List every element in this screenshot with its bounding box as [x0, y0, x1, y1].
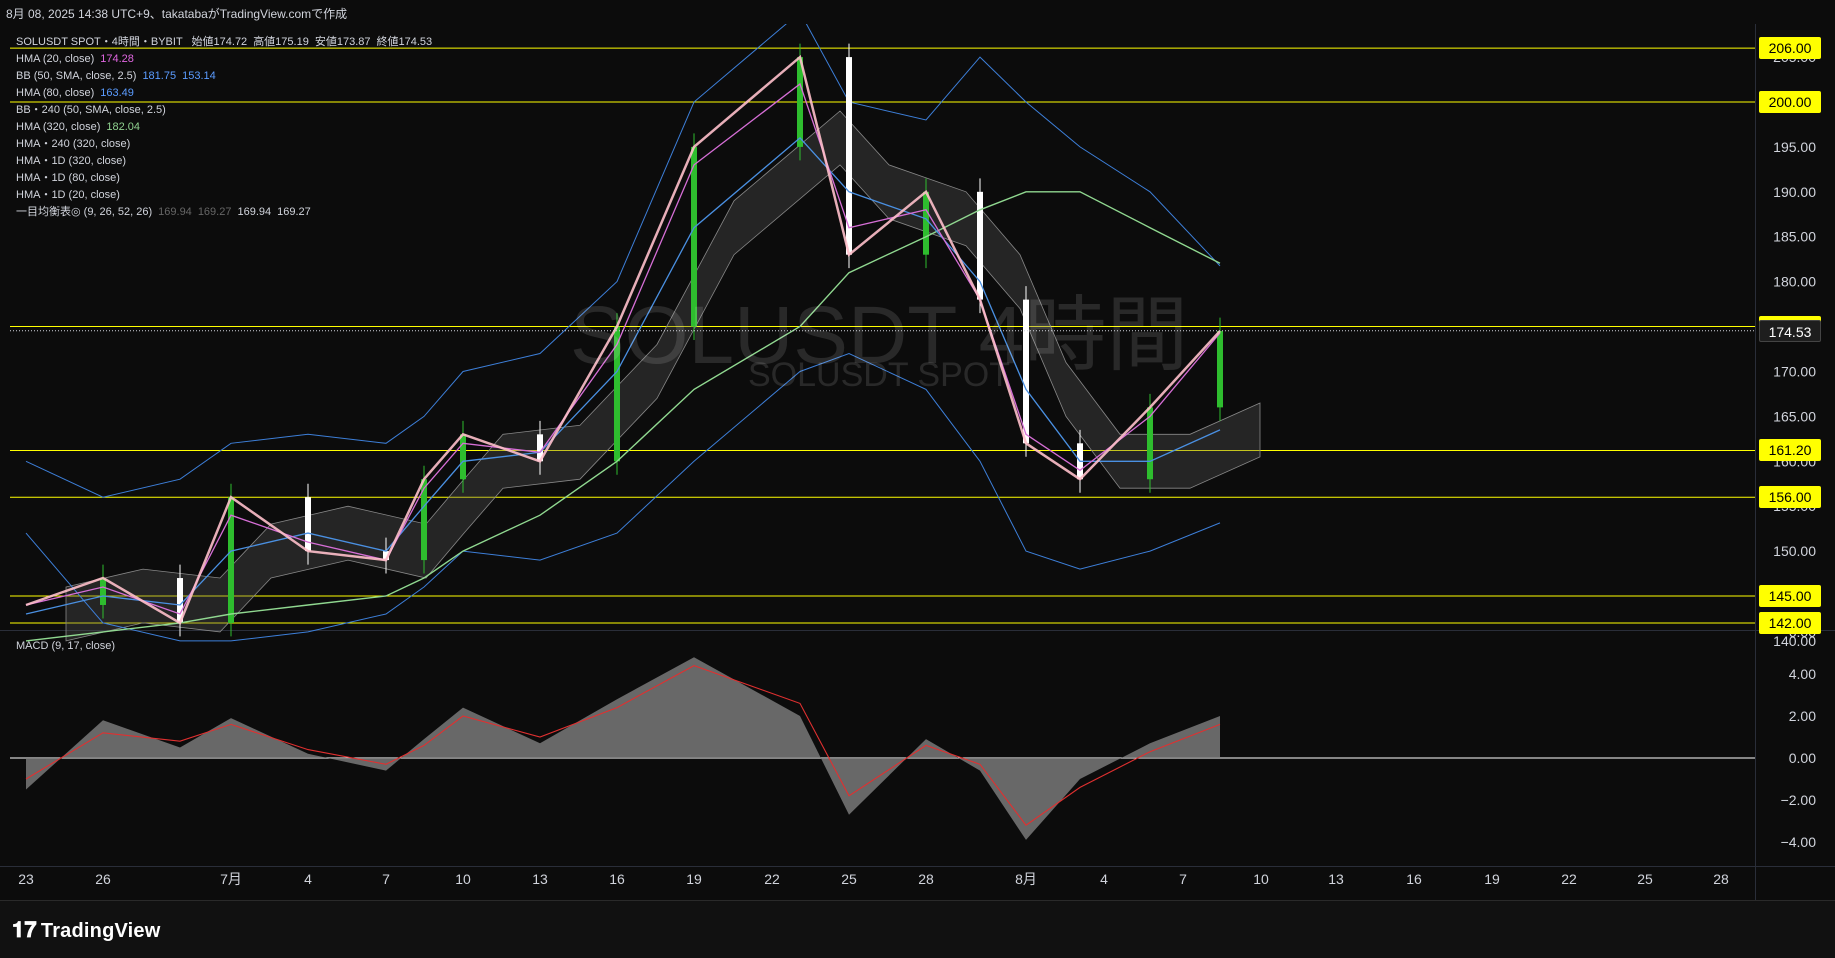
legend-ohlc-1: 高値175.19: [253, 36, 309, 48]
tradingview-logo-icon: 𝟏𝟕: [12, 917, 37, 942]
time-axis-tick: 4: [1100, 871, 1108, 887]
legend-row-4[interactable]: HMA (320, close) 182.04: [16, 119, 432, 136]
candle-body: [460, 434, 466, 480]
legend-row-8[interactable]: HMA・1D (20, close): [16, 187, 432, 204]
macd-axis-tick: −2.00: [1781, 792, 1817, 808]
time-axis-tick: 4: [304, 871, 312, 887]
price-axis-tick: 195.00: [1773, 139, 1816, 155]
price-axis-tick: 165.00: [1773, 408, 1816, 424]
macd-histogram: [26, 657, 1220, 840]
time-axis-tick: 13: [1328, 871, 1344, 887]
price-axis-tick: 185.00: [1773, 229, 1816, 245]
legend-row-1[interactable]: BB (50, SMA, close, 2.5) 181.75 153.14: [16, 68, 432, 85]
time-axis-tick: 26: [95, 871, 111, 887]
price-axis-tick: 190.00: [1773, 184, 1816, 200]
time-axis-tick: 10: [1253, 871, 1269, 887]
time-axis-tick: 16: [609, 871, 625, 887]
time-axis-tick: 28: [918, 871, 934, 887]
legend-row-label: HMA (320, close): [16, 121, 101, 133]
legend-ohlc-2: 安値173.87: [314, 36, 371, 48]
footer-bar: [0, 900, 1835, 958]
level-tag[interactable]: 161.20: [1759, 439, 1821, 462]
last-price-tag[interactable]: 174.53: [1759, 319, 1821, 342]
watermark-subtitle: SOLUSDT SPOT: [748, 356, 1010, 394]
macd-axis-tick: 4.00: [1789, 666, 1816, 682]
legend-row-value: 169.94: [237, 206, 272, 218]
legend-row-3[interactable]: BB・240 (50, SMA, close, 2.5): [16, 102, 432, 119]
macd-axis-tick: −4.00: [1781, 834, 1817, 850]
legend-ohlc-0: 始値174.72: [191, 36, 248, 48]
time-axis-tick: 28: [1713, 871, 1729, 887]
candle-body: [923, 191, 929, 255]
legend-symbol-row[interactable]: SOLUSDT SPOT・4時間・BYBIT 始値174.72 高値175.19 安…: [16, 34, 432, 51]
candle-body: [1217, 331, 1223, 408]
legend-row-value: 163.49: [100, 87, 134, 99]
legend-row-label: BB (50, SMA, close, 2.5): [16, 70, 137, 82]
time-axis-tick: 8月: [1015, 871, 1037, 887]
macd-legend-label[interactable]: MACD (9, 17, close): [16, 640, 115, 652]
time-axis-tick: 25: [841, 871, 857, 887]
legend-row-label: HMA (80, close): [16, 87, 95, 99]
level-tag[interactable]: 145.00: [1759, 585, 1821, 607]
time-axis-tick: 25: [1637, 871, 1653, 887]
time-axis-tick: 7月: [220, 871, 242, 887]
legend-row-label: HMA・1D (80, close): [16, 172, 120, 184]
tradingview-logo-text: TradingView: [40, 920, 161, 942]
legend-symbol: SOLUSDT SPOT・4時間・BYBIT: [16, 36, 183, 48]
legend-row-value: 181.75: [142, 70, 177, 82]
time-axis-tick: 19: [1484, 871, 1500, 887]
legend-row-2[interactable]: HMA (80, close) 163.49: [16, 85, 432, 102]
macd-axis-tick: 2.00: [1789, 708, 1816, 724]
level-tag[interactable]: 200.00: [1759, 91, 1821, 113]
legend-row-value: 169.27: [277, 206, 311, 218]
legend-row-label: HMA・240 (320, close): [16, 138, 131, 150]
candle-body: [846, 57, 852, 255]
legend-row-5[interactable]: HMA・240 (320, close): [16, 136, 432, 153]
legend-row-7[interactable]: HMA・1D (80, close): [16, 170, 432, 187]
level-tag[interactable]: 142.00: [1759, 611, 1821, 634]
time-axis-tick: 23: [18, 871, 34, 887]
legend-row-value: 182.04: [106, 121, 141, 133]
legend-row-label: HMA・1D (20, close): [16, 189, 120, 201]
candle-body: [100, 578, 106, 605]
time-axis-tick: 22: [1561, 871, 1577, 887]
legend-row-label: 一目均衡表◎ (9, 26, 52, 26): [16, 206, 153, 218]
legend-ohlc-3: 終値174.53: [376, 36, 433, 48]
time-axis-tick: 10: [455, 871, 471, 887]
price-axis-tick: 180.00: [1773, 274, 1816, 290]
legend-row-value: 169.94: [158, 206, 192, 218]
time-axis-tick: 7: [1179, 871, 1187, 887]
time-axis-tick: 16: [1406, 871, 1422, 887]
legend-row-0[interactable]: HMA (20, close) 174.28: [16, 51, 432, 68]
level-tag[interactable]: 156.00: [1759, 486, 1821, 509]
legend-ohlc: 始値174.72 高値175.19 安値173.87 終値174.53: [186, 36, 433, 48]
legend-row-9[interactable]: 一目均衡表◎ (9, 26, 52, 26) 169.94 169.27 169.94…: [16, 204, 432, 221]
time-axis-tick: 7: [382, 871, 390, 887]
macd-axis-tick: 0.00: [1789, 750, 1816, 766]
legend-row-label: BB・240 (50, SMA, close, 2.5): [16, 104, 166, 116]
legend-row-label: HMA・1D (320, close): [16, 155, 127, 167]
level-tag[interactable]: 206.00: [1759, 37, 1821, 60]
legend-row-6[interactable]: HMA・1D (320, close): [16, 153, 432, 170]
price-axis-tick: 170.00: [1773, 363, 1816, 379]
legend-row-value: 169.27: [197, 206, 232, 218]
tradingview-logo[interactable]: 𝟏𝟕 TradingView: [12, 917, 161, 943]
indicator-legend: SOLUSDT SPOT・4時間・BYBIT 始値174.72 高値175.19 安…: [16, 34, 432, 221]
legend-row-value: 174.28: [100, 53, 134, 65]
legend-row-value: 153.14: [182, 70, 216, 82]
header-caption: 8月 08, 2025 14:38 UTC+9、takatabaがTrading…: [6, 7, 348, 21]
price-axis-tick: 150.00: [1773, 543, 1816, 559]
time-axis-tick: 13: [532, 871, 548, 887]
time-axis-tick: 19: [686, 871, 702, 887]
legend-row-label: HMA (20, close): [16, 53, 95, 65]
time-axis-tick: 22: [764, 871, 780, 887]
